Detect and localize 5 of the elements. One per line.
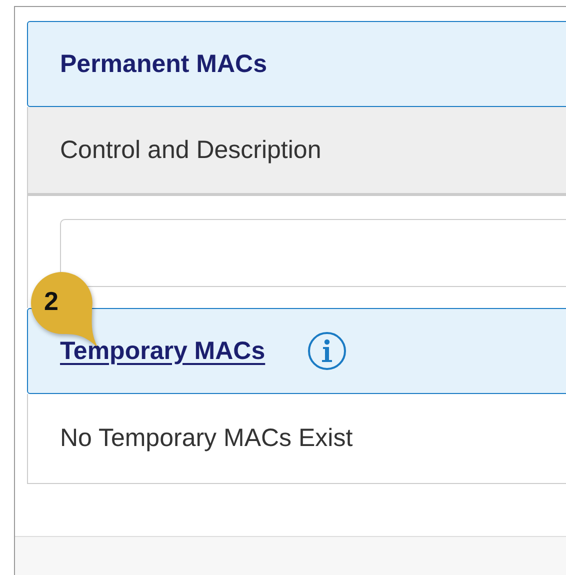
column-header: Control and Description	[27, 107, 566, 196]
section-title: Permanent MACs	[60, 50, 267, 78]
info-icon[interactable]	[307, 331, 348, 371]
empty-message: No Temporary MACs Exist	[27, 394, 566, 484]
input-field[interactable]	[60, 219, 566, 287]
